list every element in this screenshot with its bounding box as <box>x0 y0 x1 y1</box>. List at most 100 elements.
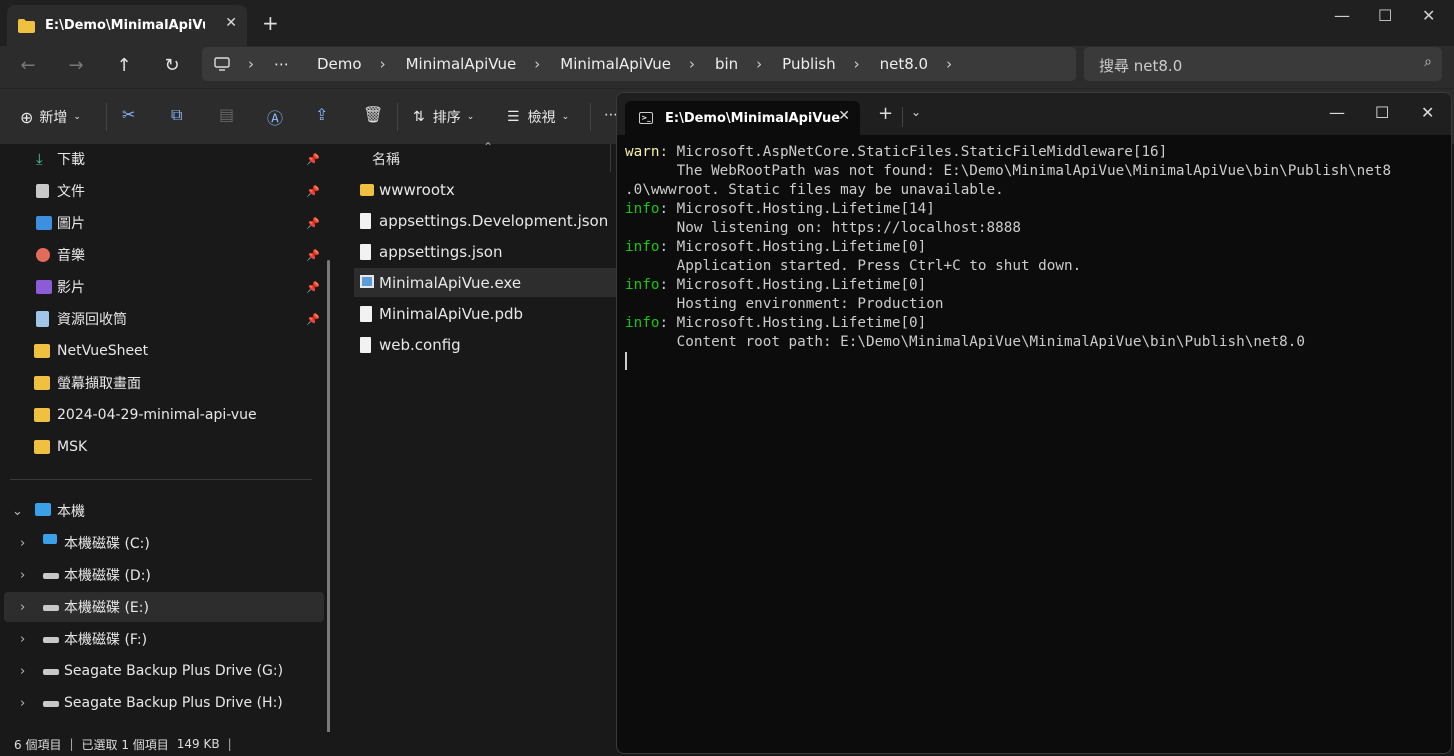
column-header-name[interactable]: 名稱 <box>372 149 400 169</box>
list-item[interactable]: MinimalApiVue.pdb <box>354 299 616 328</box>
new-button[interactable]: ⊕ 新增 ⌄ <box>20 107 81 127</box>
sidebar-item-documents[interactable]: 文件 📌 <box>0 176 320 206</box>
log-text: : Microsoft.Hosting.Lifetime[14] <box>659 201 935 217</box>
close-tab-icon[interactable]: ✕ <box>225 15 237 31</box>
back-button[interactable]: ← <box>14 52 42 80</box>
minimize-button[interactable]: — <box>1329 103 1345 122</box>
chevron-right-icon[interactable]: › <box>20 664 25 679</box>
console-line: warn: Microsoft.AspNetCore.StaticFiles.S… <box>625 143 1445 162</box>
sidebar-item-label: 本機 <box>57 504 85 520</box>
item-count: 6 個項目 <box>14 737 62 752</box>
delete-icon[interactable]: 🗑 <box>363 105 383 124</box>
sidebar-item-drive-g[interactable]: › Seagate Backup Plus Drive (G:) <box>0 656 320 686</box>
maximize-button[interactable]: ☐ <box>1375 103 1389 122</box>
chevron-down-icon: ⌄ <box>561 112 570 122</box>
close-window-button[interactable]: ✕ <box>1421 103 1434 122</box>
sidebar-item-pictures[interactable]: 圖片 📌 <box>0 208 320 238</box>
new-tab-button[interactable]: + <box>262 11 279 35</box>
sidebar-scrollbar[interactable] <box>327 260 330 732</box>
sidebar-item-music[interactable]: 音樂 📌 <box>0 240 320 270</box>
paste-icon[interactable]: ▤ <box>219 105 234 124</box>
sidebar-item-this-pc[interactable]: ⌄ 本機 <box>0 496 320 526</box>
chevron-down-icon[interactable]: ⌄ <box>12 504 23 519</box>
console-line: info: Microsoft.Hosting.Lifetime[0] <box>625 238 1445 257</box>
chevron-right-icon[interactable]: › <box>946 55 952 73</box>
close-tab-icon[interactable]: ✕ <box>838 108 850 124</box>
navigation-bar: ← → ↑ ↻ › ⋯ Demo › MinimalApiVue › Minim… <box>0 46 1454 88</box>
sidebar-item-screenshots[interactable]: 螢幕擷取畫面 <box>0 368 320 398</box>
pin-icon[interactable]: 📌 <box>306 313 320 326</box>
view-button[interactable]: ☰ 檢視 ⌄ <box>507 107 569 127</box>
refresh-button[interactable]: ↻ <box>158 52 186 80</box>
search-input[interactable]: 搜尋 net8.0 ⌕ <box>1084 47 1442 81</box>
sidebar-item-label: NetVueSheet <box>57 343 149 359</box>
pin-icon[interactable]: 📌 <box>306 217 320 230</box>
cut-icon[interactable]: ✂ <box>122 105 135 124</box>
sidebar-item-drive-h[interactable]: › Seagate Backup Plus Drive (H:) <box>0 688 320 718</box>
breadcrumb-item[interactable]: net8.0 <box>880 55 928 73</box>
console-line: The WebRootPath was not found: E:\Demo\M… <box>625 162 1445 181</box>
chevron-down-icon[interactable]: ⌄ <box>911 105 921 119</box>
sidebar-item-drive-d[interactable]: › 本機磁碟 (D:) <box>0 560 320 590</box>
copy-icon[interactable]: ⧉ <box>171 105 182 125</box>
console-line: Content root path: E:\Demo\MinimalApiVue… <box>625 333 1445 352</box>
pin-icon[interactable]: 📌 <box>306 249 320 262</box>
new-tab-button[interactable]: + <box>878 103 893 124</box>
log-text: : Microsoft.Hosting.Lifetime[0] <box>659 315 927 331</box>
chevron-right-icon: › <box>756 55 763 73</box>
console-line <box>625 352 1445 371</box>
pin-icon[interactable]: 📌 <box>306 281 320 294</box>
chevron-right-icon[interactable]: › <box>20 600 25 615</box>
chevron-right-icon[interactable]: › <box>20 568 25 583</box>
sidebar-item-drive-f[interactable]: › 本機磁碟 (F:) <box>0 624 320 654</box>
chevron-right-icon[interactable]: › <box>20 696 25 711</box>
address-bar[interactable]: › ⋯ Demo › MinimalApiVue › MinimalApiVue… <box>202 47 1076 81</box>
minimize-button[interactable]: — <box>1334 6 1350 25</box>
breadcrumb-item[interactable]: Publish <box>782 55 835 73</box>
breadcrumb-item[interactable]: bin <box>715 55 738 73</box>
list-item[interactable]: wwwrootx <box>354 175 616 204</box>
sidebar-item-drive-e[interactable]: › 本機磁碟 (E:) <box>4 592 324 622</box>
terminal-tab[interactable]: >_ E:\Demo\MinimalApiVue ✕ <box>625 101 860 135</box>
list-item[interactable]: web.config <box>354 330 616 359</box>
sidebar-item-minimal-api-vue[interactable]: 2024-04-29-minimal-api-vue <box>0 400 320 430</box>
share-icon[interactable]: ⇪ <box>315 105 328 124</box>
close-window-button[interactable]: ✕ <box>1422 6 1435 25</box>
sidebar-item-downloads[interactable]: ⤓ 下載 📌 <box>0 144 320 174</box>
sidebar-item-netvuesheet[interactable]: NetVueSheet <box>0 336 320 366</box>
pdb-file-icon <box>360 306 372 322</box>
sidebar-item-recycle-bin[interactable]: 資源回收筒 📌 <box>0 304 320 334</box>
chevron-right-icon: › <box>853 55 860 73</box>
sort-button[interactable]: ⇅ 排序 ⌄ <box>413 107 474 127</box>
explorer-tab[interactable]: E:\Demo\MinimalApiVue ✕ <box>7 5 247 46</box>
file-name: MinimalApiVue.exe <box>379 273 522 292</box>
rename-icon[interactable]: Ⓐ <box>267 105 283 129</box>
forward-button[interactable]: → <box>62 52 90 80</box>
pin-icon[interactable]: 📌 <box>306 185 320 198</box>
sidebar-item-videos[interactable]: 影片 📌 <box>0 272 320 302</box>
download-icon: ⤓ <box>36 150 43 168</box>
sidebar-item-drive-c[interactable]: › 本機磁碟 (C:) <box>0 528 320 558</box>
chevron-right-icon: › <box>534 55 541 73</box>
sidebar-item-label: MSK <box>57 439 88 455</box>
status-bar: 6 個項目 | 已選取 1 個項目 149 KB | <box>0 732 616 756</box>
list-item[interactable]: MinimalApiVue.exe <box>354 268 616 297</box>
column-divider[interactable] <box>610 144 611 172</box>
console-output[interactable]: warn: Microsoft.AspNetCore.StaticFiles.S… <box>625 143 1445 371</box>
up-button[interactable]: ↑ <box>110 52 138 80</box>
selection-count: 已選取 1 個項目 <box>81 737 169 752</box>
sidebar-item-msk[interactable]: MSK <box>0 432 320 462</box>
breadcrumb-item[interactable]: Demo <box>317 55 362 73</box>
maximize-button[interactable]: ☐ <box>1378 6 1392 25</box>
breadcrumb-item[interactable]: MinimalApiVue <box>406 55 517 73</box>
sort-button-label: 排序 <box>432 110 461 126</box>
list-item[interactable]: appsettings.json <box>354 237 616 266</box>
chevron-right-icon[interactable]: › <box>20 632 25 647</box>
drive-icon <box>43 637 59 643</box>
breadcrumb-overflow[interactable]: ⋯ <box>274 55 289 73</box>
chevron-right-icon[interactable]: › <box>20 536 25 551</box>
pin-icon[interactable]: 📌 <box>306 153 320 166</box>
list-item[interactable]: appsettings.Development.json <box>354 206 616 235</box>
recycle-bin-icon <box>36 311 49 327</box>
breadcrumb-item[interactable]: MinimalApiVue <box>560 55 671 73</box>
